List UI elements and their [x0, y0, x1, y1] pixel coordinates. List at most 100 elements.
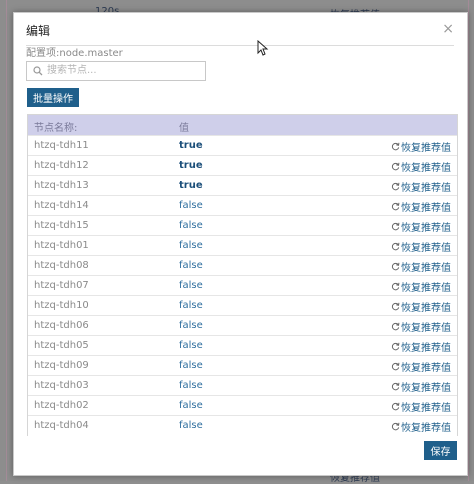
restore-default-link[interactable]: 恢复推荐值 — [391, 299, 451, 314]
restore-label: 恢复推荐值 — [401, 323, 451, 334]
table-row: htzq-tdh11 true 恢复推荐值 — [28, 135, 457, 156]
node-name-cell: htzq-tdh14 — [34, 200, 89, 211]
restore-default-link[interactable]: 恢复推荐值 — [391, 259, 451, 274]
table-row: htzq-tdh03 false 恢复推荐值 — [28, 375, 457, 396]
table-row: htzq-tdh04 false 恢复推荐值 — [28, 415, 457, 436]
restore-label: 恢复推荐值 — [401, 403, 451, 414]
mouse-cursor-icon — [257, 40, 269, 56]
restore-label: 恢复推荐值 — [401, 303, 451, 314]
refresh-icon — [391, 142, 400, 151]
restore-default-link[interactable]: 恢复推荐值 — [391, 419, 451, 434]
close-icon[interactable]: × — [442, 22, 454, 36]
column-header-value: 值 — [179, 123, 189, 134]
refresh-icon — [391, 342, 400, 351]
node-name-cell: htzq-tdh08 — [34, 260, 89, 271]
restore-label: 恢复推荐值 — [401, 283, 451, 294]
refresh-icon — [391, 422, 400, 431]
restore-default-link[interactable]: 恢复推荐值 — [391, 179, 451, 194]
value-cell[interactable]: false — [179, 360, 203, 371]
value-cell[interactable]: false — [179, 200, 203, 211]
restore-label: 恢复推荐值 — [401, 263, 451, 274]
table-row: htzq-tdh15 false 恢复推荐值 — [28, 215, 457, 236]
table-row: htzq-tdh05 false 恢复推荐值 — [28, 335, 457, 356]
restore-label: 恢复推荐值 — [401, 343, 451, 354]
value-cell[interactable]: false — [179, 220, 203, 231]
table-row: htzq-tdh12 true 恢复推荐值 — [28, 155, 457, 176]
edit-dialog: 编辑 × 配置项:node.master 批量操作 节点名称: 值 htzq-t… — [13, 12, 468, 476]
restore-default-link[interactable]: 恢复推荐值 — [391, 199, 451, 214]
value-cell[interactable]: false — [179, 280, 203, 291]
value-cell[interactable]: false — [179, 420, 203, 431]
value-cell[interactable]: false — [179, 260, 203, 271]
node-search-box[interactable] — [26, 61, 206, 81]
dialog-title: 编辑 — [26, 24, 51, 38]
restore-label: 恢复推荐值 — [401, 363, 451, 374]
restore-label: 恢复推荐值 — [401, 163, 451, 174]
value-cell[interactable]: true — [179, 180, 203, 191]
refresh-icon — [391, 382, 400, 391]
value-cell[interactable]: false — [179, 380, 203, 391]
node-name-cell: htzq-tdh09 — [34, 360, 89, 371]
node-name-cell: htzq-tdh10 — [34, 300, 89, 311]
value-cell[interactable]: false — [179, 340, 203, 351]
node-value-table: 节点名称: 值 htzq-tdh11 true 恢复推荐值 htzq-tdh12 tru… — [27, 114, 458, 436]
refresh-icon — [391, 182, 400, 191]
restore-default-link[interactable]: 恢复推荐值 — [391, 359, 451, 374]
table-row: htzq-tdh02 false 恢复推荐值 — [28, 395, 457, 416]
restore-default-link[interactable]: 恢复推荐值 — [391, 379, 451, 394]
refresh-icon — [391, 362, 400, 371]
value-cell[interactable]: false — [179, 240, 203, 251]
node-name-cell: htzq-tdh03 — [34, 380, 89, 391]
node-name-cell: htzq-tdh05 — [34, 340, 89, 351]
restore-label: 恢复推荐值 — [401, 223, 451, 234]
value-cell[interactable]: true — [179, 160, 203, 171]
restore-default-link[interactable]: 恢复推荐值 — [391, 319, 451, 334]
table-row: htzq-tdh01 false 恢复推荐值 — [28, 235, 457, 256]
node-name-cell: htzq-tdh12 — [34, 160, 89, 171]
refresh-icon — [391, 222, 400, 231]
table-row: htzq-tdh07 false 恢复推荐值 — [28, 275, 457, 296]
table-row: htzq-tdh09 false 恢复推荐值 — [28, 355, 457, 376]
restore-default-link[interactable]: 恢复推荐值 — [391, 139, 451, 154]
value-cell[interactable]: false — [179, 300, 203, 311]
restore-default-link[interactable]: 恢复推荐值 — [391, 339, 451, 354]
table-row: htzq-tdh10 false 恢复推荐值 — [28, 295, 457, 316]
node-name-cell: htzq-tdh02 — [34, 400, 89, 411]
value-cell[interactable]: false — [179, 320, 203, 331]
column-header-node: 节点名称: — [34, 123, 78, 134]
refresh-icon — [391, 242, 400, 251]
restore-label: 恢复推荐值 — [401, 383, 451, 394]
restore-label: 恢复推荐值 — [401, 183, 451, 194]
refresh-icon — [391, 302, 400, 311]
node-name-cell: htzq-tdh13 — [34, 180, 89, 191]
refresh-icon — [391, 162, 400, 171]
dialog-header: 编辑 × — [26, 20, 454, 46]
config-item-label: 配置项:node.master — [26, 48, 123, 59]
refresh-icon — [391, 402, 400, 411]
refresh-icon — [391, 282, 400, 291]
node-name-cell: htzq-tdh01 — [34, 240, 89, 251]
save-button[interactable]: 保存 — [424, 441, 457, 460]
restore-default-link[interactable]: 恢复推荐值 — [391, 239, 451, 254]
node-name-cell: htzq-tdh15 — [34, 220, 89, 231]
table-row: htzq-tdh08 false 恢复推荐值 — [28, 255, 457, 276]
node-name-cell: htzq-tdh11 — [34, 140, 89, 151]
node-name-cell: htzq-tdh06 — [34, 320, 89, 331]
batch-operation-button[interactable]: 批量操作 — [27, 88, 79, 107]
refresh-icon — [391, 322, 400, 331]
node-name-cell: htzq-tdh04 — [34, 420, 89, 431]
table-row: htzq-tdh13 true 恢复推荐值 — [28, 175, 457, 196]
table-row: htzq-tdh14 false 恢复推荐值 — [28, 195, 457, 216]
restore-label: 恢复推荐值 — [401, 143, 451, 154]
restore-default-link[interactable]: 恢复推荐值 — [391, 279, 451, 294]
restore-default-link[interactable]: 恢复推荐值 — [391, 159, 451, 174]
value-cell[interactable]: false — [179, 400, 203, 411]
node-name-cell: htzq-tdh07 — [34, 280, 89, 291]
node-search-input[interactable] — [45, 63, 204, 78]
value-cell[interactable]: true — [179, 140, 203, 151]
restore-label: 恢复推荐值 — [401, 203, 451, 214]
refresh-icon — [391, 262, 400, 271]
restore-default-link[interactable]: 恢复推荐值 — [391, 399, 451, 414]
restore-default-link[interactable]: 恢复推荐值 — [391, 219, 451, 234]
table-row: htzq-tdh06 false 恢复推荐值 — [28, 315, 457, 336]
